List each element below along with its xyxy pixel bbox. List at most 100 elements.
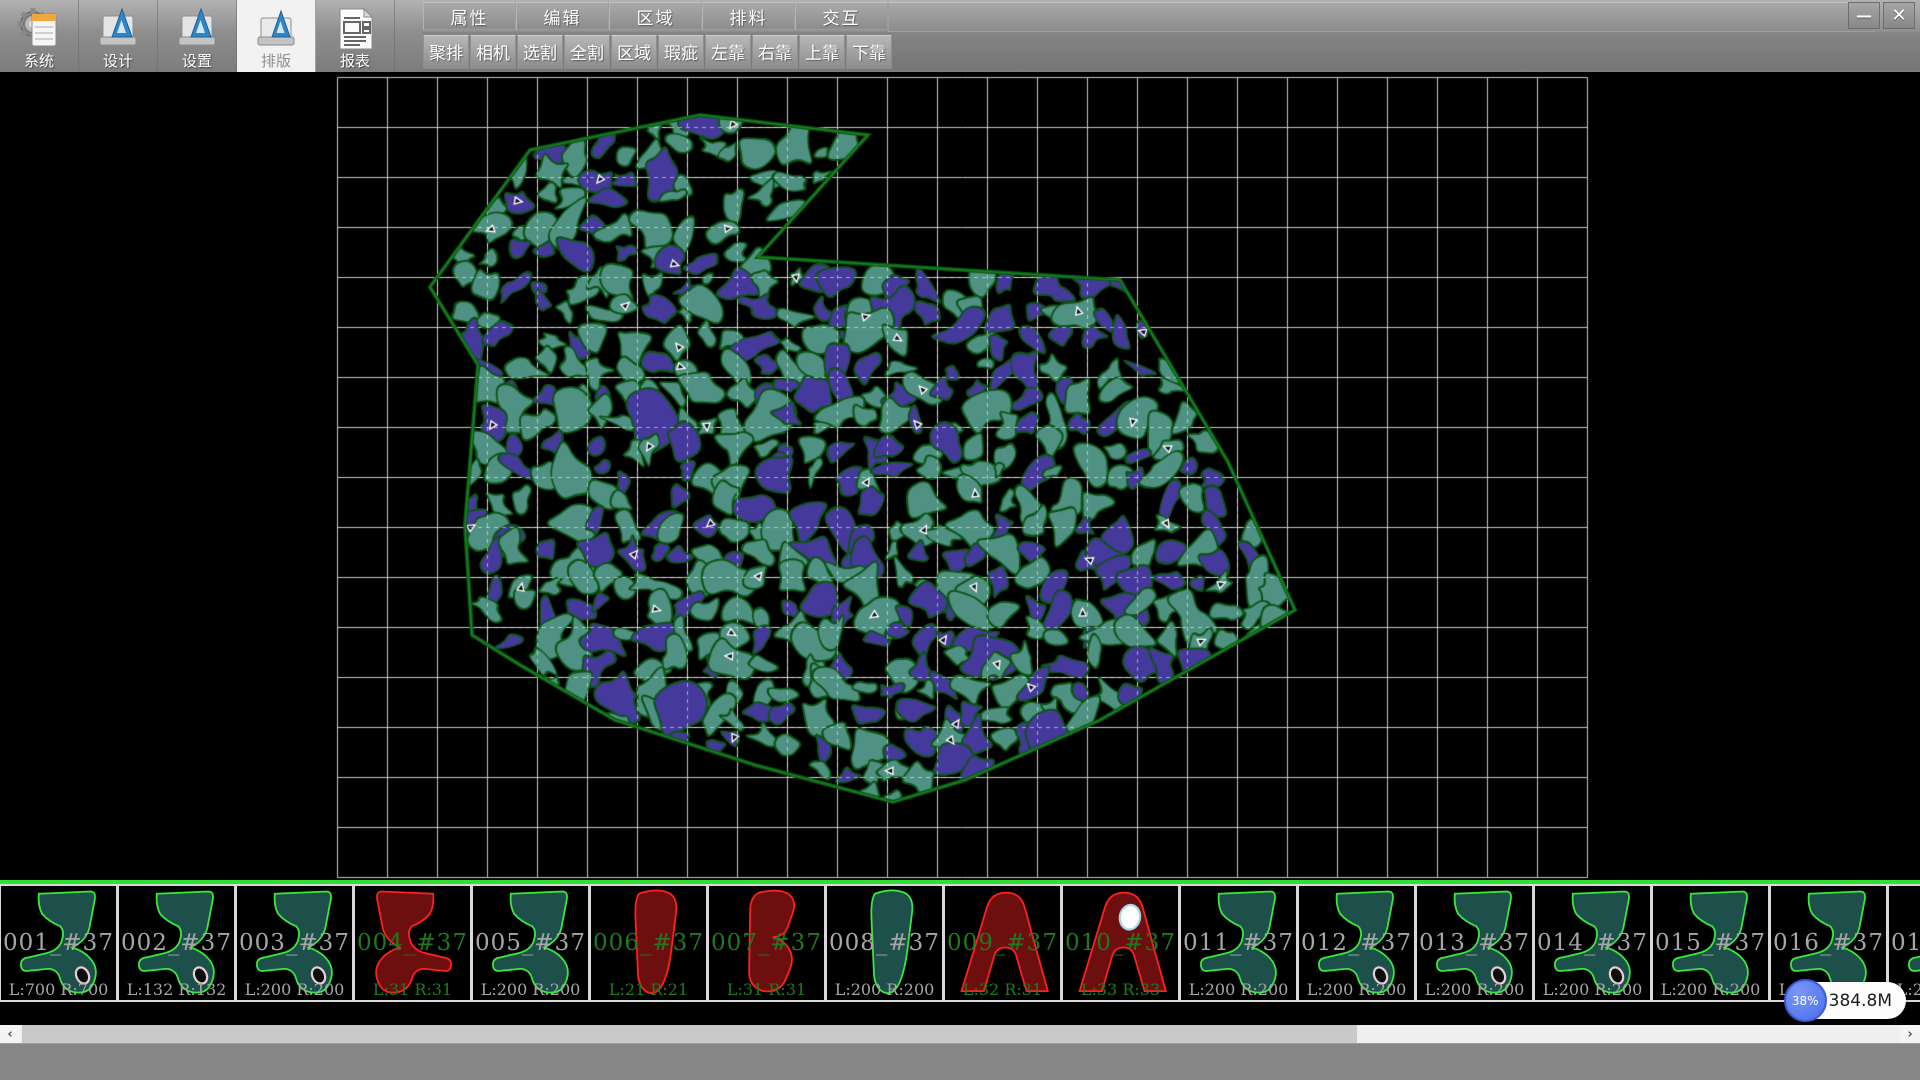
app-button-5[interactable]: 报表 — [316, 0, 395, 72]
tool-button-5[interactable]: 区域 — [611, 35, 657, 69]
app-button-1[interactable]: 系统 — [0, 0, 79, 72]
part-thumbnail[interactable]: 008_#37 L:200 R:200 — [826, 884, 944, 1002]
tool-button-3[interactable]: 选割 — [517, 35, 563, 69]
tool-button-1[interactable]: 聚排 — [423, 35, 469, 69]
part-lr-count: L:200 R:200 — [1653, 980, 1768, 999]
part-thumbnail[interactable]: 003_#37 L:200 R:200 — [236, 884, 354, 1002]
part-thumbnail[interactable]: 001_#37 L:700 R:700 — [0, 884, 118, 1002]
parts-list: 001_#37L:700 R:700002_#37L:132 R:132003_… — [0, 884, 1920, 1002]
tool-bar: 聚排相机选割全割区域瑕疵左靠右靠上靠下靠 — [423, 32, 1920, 70]
parts-strip: 001_#37L:700 R:700002_#37L:132 R:132003_… — [0, 880, 1920, 1002]
layout-icon — [253, 6, 299, 52]
part-name: 013_#37 — [1417, 930, 1532, 956]
part-lr-count: L:33 R:33 — [1063, 980, 1178, 999]
design-icon — [95, 6, 141, 52]
part-name: 017_#37 — [1889, 930, 1920, 956]
part-lr-count: L:200 R:200 — [473, 980, 588, 999]
menu-item-1[interactable]: 属性 — [423, 2, 516, 30]
scrollbar-thumb[interactable] — [22, 1025, 1357, 1043]
app-button-4[interactable]: 排版 — [237, 0, 316, 72]
notebook-icon — [32, 14, 56, 46]
part-name: 008_#37 — [827, 930, 942, 956]
app-button-label: 设置 — [182, 53, 212, 70]
part-name: 003_#37 — [237, 930, 352, 956]
part-lr-count: L:132 R:132 — [119, 980, 234, 999]
part-lr-count: L:200 R:200 — [1535, 980, 1650, 999]
system-icon — [16, 6, 62, 52]
app-button-label: 报表 — [340, 53, 370, 70]
menu-item-5[interactable]: 交互 — [795, 2, 888, 30]
part-lr-count: L:200 R:200 — [1299, 980, 1414, 999]
part-lr-count: L:200 R:200 — [827, 980, 942, 999]
part-name: 001_#37 — [1, 930, 116, 956]
memory-badge: 38% 384.8M — [1787, 982, 1906, 1019]
part-name: 012_#37 — [1299, 930, 1414, 956]
scroll-left-button[interactable]: ‹ — [0, 1025, 20, 1043]
part-name: 007_#37 — [709, 930, 824, 956]
part-name: 014_#37 — [1535, 930, 1650, 956]
settings-icon — [174, 6, 220, 52]
menu-item-3[interactable]: 区域 — [609, 2, 702, 30]
tool-button-10[interactable]: 下靠 — [846, 35, 892, 69]
part-thumbnail[interactable]: 007_#37 L:31 R:31 — [708, 884, 826, 1002]
window-controls: — ✕ — [1848, 2, 1915, 29]
part-lr-count: L:32 R:31 — [945, 980, 1060, 999]
app-button-label: 设计 — [103, 53, 133, 70]
tool-button-4[interactable]: 全割 — [564, 35, 610, 69]
menu-item-2[interactable]: 编辑 — [516, 2, 609, 30]
tool-button-2[interactable]: 相机 — [470, 35, 516, 69]
report-icon — [332, 6, 378, 52]
part-thumbnail[interactable]: 011_#37 L:200 R:200 — [1180, 884, 1298, 1002]
part-name: 006_#37 — [591, 930, 706, 956]
app-button-label: 系统 — [24, 53, 54, 70]
part-name: 005_#37 — [473, 930, 588, 956]
part-thumbnail[interactable]: 012_#37 L:200 R:200 — [1298, 884, 1416, 1002]
part-lr-count: L:700 R:700 — [1, 980, 116, 999]
tool-button-8[interactable]: 右靠 — [752, 35, 798, 69]
part-name: 010_#37 — [1063, 930, 1178, 956]
part-thumbnail[interactable]: 004_#37L:31 R:31 — [354, 884, 472, 1002]
part-thumbnail[interactable]: 006_#37 L:21 R:21 — [590, 884, 708, 1002]
memory-value: 384.8M — [1829, 991, 1892, 1011]
part-lr-count: L:200 R:200 — [1181, 980, 1296, 999]
tool-button-6[interactable]: 瑕疵 — [658, 35, 704, 69]
app-button-3[interactable]: 设置 — [158, 0, 237, 72]
part-name: 002_#37 — [119, 930, 234, 956]
menu-bar: 属性编辑区域排料交互 — [423, 2, 1920, 32]
part-name: 015_#37 — [1653, 930, 1768, 956]
part-lr-count: L:200 R:200 — [237, 980, 352, 999]
part-name: 011_#37 — [1181, 930, 1296, 956]
part-name: 016_#37 — [1771, 930, 1886, 956]
part-name: 009_#37 — [945, 930, 1060, 956]
progress-circle: 38% — [1784, 979, 1827, 1022]
close-button[interactable]: ✕ — [1883, 2, 1915, 29]
app-mode-buttons: 系统 设计 设置 排版 报表 — [0, 0, 395, 72]
minimize-button[interactable]: — — [1848, 2, 1880, 29]
part-thumbnail[interactable]: 015_#37 L:200 R:200 — [1652, 884, 1770, 1002]
application-window: 系统设计设置排版报表 属性编辑区域排料交互 聚排相机选割全割区域瑕疵左靠右靠上靠… — [0, 0, 1920, 1080]
app-button-label: 排版 — [261, 53, 291, 70]
menu-item-4[interactable]: 排料 — [702, 2, 795, 30]
part-thumbnail[interactable]: 013_#37 L:200 R:200 — [1416, 884, 1534, 1002]
horizontal-scrollbar[interactable]: ‹ › — [0, 1025, 1920, 1043]
status-bar — [0, 1043, 1920, 1080]
nesting-canvas[interactable] — [0, 72, 1920, 880]
part-thumbnail[interactable]: 014_#37 L:200 R:200 — [1534, 884, 1652, 1002]
part-lr-count: L:21 R:21 — [591, 980, 706, 999]
part-lr-count: L:200 R:200 — [1417, 980, 1532, 999]
part-thumbnail[interactable]: 009_#37 L:32 R:31 — [944, 884, 1062, 1002]
tool-button-7[interactable]: 左靠 — [705, 35, 751, 69]
ribbon-toolbar: 系统设计设置排版报表 属性编辑区域排料交互 聚排相机选割全割区域瑕疵左靠右靠上靠… — [0, 0, 1920, 72]
tool-button-9[interactable]: 上靠 — [799, 35, 845, 69]
menu-zone: 属性编辑区域排料交互 聚排相机选割全割区域瑕疵左靠右靠上靠下靠 — [423, 0, 1920, 72]
part-lr-count: L:31 R:31 — [709, 980, 824, 999]
app-button-2[interactable]: 设计 — [79, 0, 158, 72]
menu-bar-filler — [888, 2, 1874, 32]
scroll-right-button[interactable]: › — [1900, 1025, 1920, 1043]
part-thumbnail[interactable]: 002_#37 L:132 R:132 — [118, 884, 236, 1002]
workspace — [0, 72, 1920, 880]
part-thumbnail[interactable]: 010_#37 L:33 R:33 — [1062, 884, 1180, 1002]
part-name: 004_#37 — [355, 930, 470, 956]
scrollbar-track[interactable] — [20, 1025, 1900, 1043]
part-thumbnail[interactable]: 005_#37 L:200 R:200 — [472, 884, 590, 1002]
